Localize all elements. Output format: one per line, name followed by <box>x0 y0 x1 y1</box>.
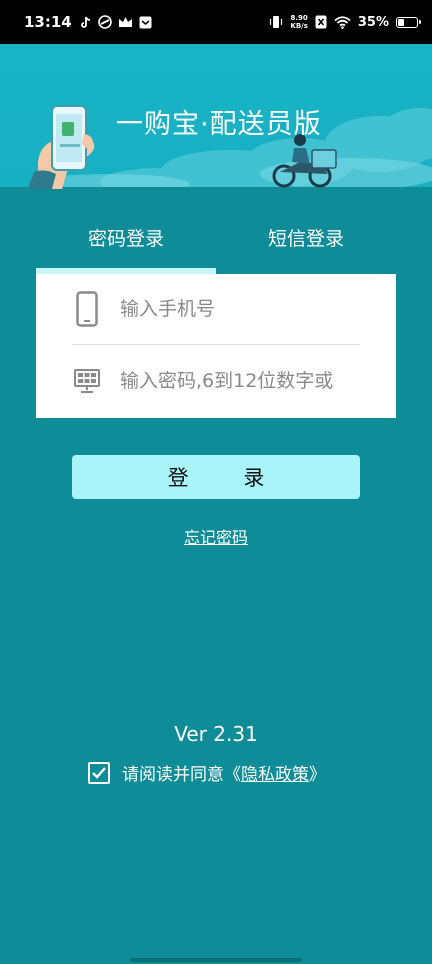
notification-icons <box>80 15 152 29</box>
keypad-icon <box>72 361 102 401</box>
crown-icon <box>118 16 133 28</box>
password-field <box>72 346 360 416</box>
system-status: 8.90 KB/s 35% <box>269 14 421 30</box>
bracket-close: 》 <box>309 765 326 785</box>
tiktok-icon <box>80 16 92 29</box>
tab-sms-login[interactable]: 短信登录 <box>216 216 396 274</box>
check-icon <box>92 766 106 779</box>
privacy-policy-link[interactable]: 隐私政策 <box>241 760 309 785</box>
status-time: 13:14 <box>24 13 72 31</box>
forgot-password-row: 忘记密码 <box>0 524 432 548</box>
sim-icon <box>315 15 327 29</box>
status-bar: 13:14 8.90 KB/s 35% <box>0 0 432 44</box>
bracket-open: 《 <box>224 765 241 785</box>
wifi-icon <box>334 15 351 29</box>
net-speed-unit: KB/s <box>290 22 308 30</box>
vibrate-icon <box>269 15 283 29</box>
header-banner: 一购宝·配送员版 <box>0 44 432 189</box>
phone-icon <box>72 289 102 329</box>
password-input[interactable] <box>120 370 360 392</box>
phone-input[interactable] <box>120 298 360 320</box>
agree-prefix-text: 请阅读并同意 <box>122 765 224 785</box>
forgot-password-link[interactable]: 忘记密码 <box>184 528 248 547</box>
agree-checkbox[interactable] <box>88 761 110 784</box>
battery-level-fill <box>398 18 404 26</box>
app-icon <box>97 15 112 29</box>
battery-percent: 35% <box>357 14 389 30</box>
version-label: Ver 2.31 <box>174 722 258 746</box>
net-speed-value: 8.90 <box>290 14 308 22</box>
phone-field <box>72 274 360 345</box>
home-indicator[interactable] <box>130 958 302 962</box>
login-button[interactable]: 登 录 <box>72 455 360 499</box>
app-title: 一购宝·配送员版 <box>116 109 322 140</box>
battery-icon <box>396 16 421 28</box>
login-form-card <box>36 274 396 418</box>
mail-icon <box>139 16 152 29</box>
login-tabs: 密码登录 短信登录 <box>36 216 396 274</box>
tab-password-login[interactable]: 密码登录 <box>36 216 216 274</box>
net-speed: 8.90 KB/s <box>290 14 307 30</box>
privacy-agreement: 请阅读并同意《隐私政策》 <box>88 760 326 785</box>
